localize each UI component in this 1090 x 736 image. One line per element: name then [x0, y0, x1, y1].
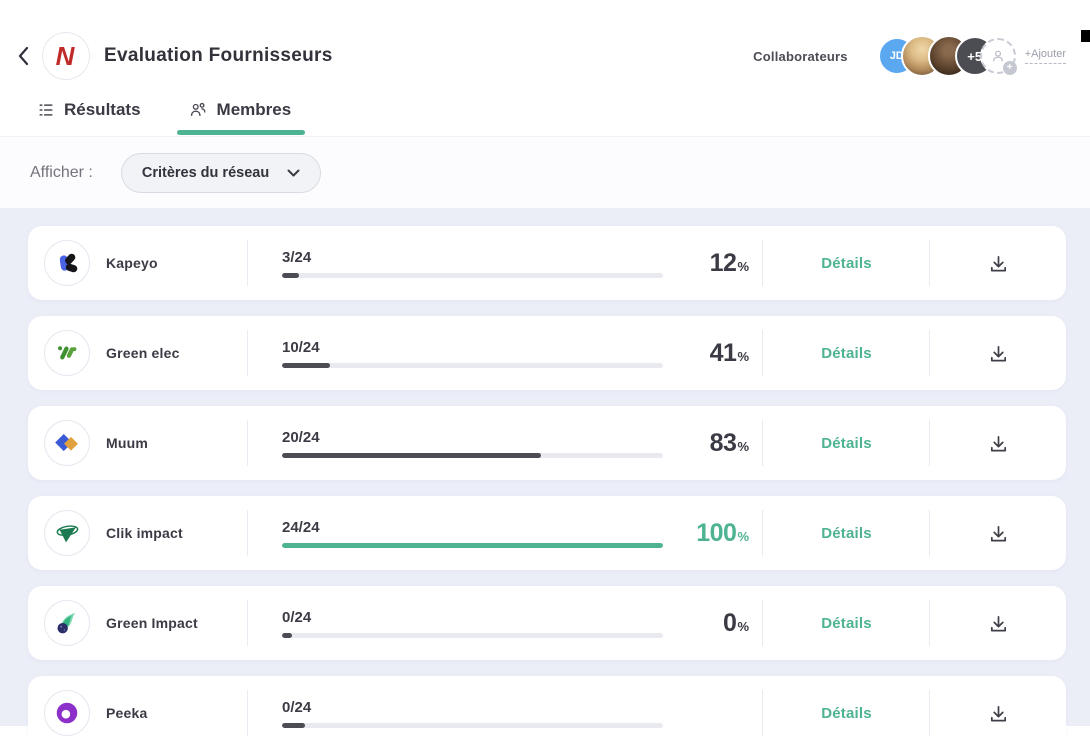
percent-value: 12 %	[710, 249, 749, 278]
kapeyo-logo-icon	[44, 240, 90, 286]
supplier-row: Kapeyo 3/24 12 % Détails	[28, 226, 1066, 300]
list-icon	[38, 102, 54, 118]
tab-members[interactable]: Membres	[189, 100, 292, 120]
supplier-row: Peeka 0/24 Détails	[28, 676, 1066, 736]
progress-fill	[282, 723, 305, 728]
tab-results[interactable]: Résultats	[38, 100, 141, 120]
supplier-name: Kapeyo	[106, 255, 158, 271]
percent-sign: %	[737, 529, 749, 544]
peeka-logo-icon	[44, 690, 90, 736]
green-impact-logo-icon	[44, 600, 90, 646]
supplier-row: Muum 20/24 83 % Détails	[28, 406, 1066, 480]
supplier-row: Green Impact 0/24 0 % Détails	[28, 586, 1066, 660]
filter-dropdown-value: Critères du réseau	[142, 165, 269, 181]
progress-fill	[282, 633, 292, 638]
n-logo-icon: N	[56, 43, 75, 69]
download-button[interactable]	[982, 427, 1015, 460]
progress-block: 10/24	[282, 339, 663, 368]
collaborators-label: Collaborateurs	[753, 49, 848, 64]
download-button[interactable]	[982, 607, 1015, 640]
filter-bar: Afficher : Critères du réseau	[0, 136, 1090, 208]
progress-track	[282, 273, 663, 278]
progress-fill	[282, 453, 541, 458]
details-button[interactable]: Détails	[821, 705, 872, 722]
chevron-down-icon	[287, 169, 300, 177]
score-label: 0/24	[282, 609, 663, 626]
filter-dropdown[interactable]: Critères du réseau	[121, 153, 321, 193]
chevron-left-icon	[17, 46, 29, 66]
app-logo: N	[42, 32, 90, 80]
progress-block: 0/24	[282, 609, 663, 638]
download-icon	[988, 343, 1009, 364]
percent-sign: %	[737, 259, 749, 274]
score-label: 10/24	[282, 339, 663, 356]
supplier-name: Clik impact	[106, 525, 183, 541]
filter-label: Afficher :	[30, 164, 93, 182]
details-button[interactable]: Détails	[821, 525, 872, 542]
percent-sign: %	[737, 439, 749, 454]
download-icon	[988, 433, 1009, 454]
download-button[interactable]	[982, 697, 1015, 730]
download-icon	[988, 613, 1009, 634]
score-label: 24/24	[282, 519, 663, 536]
progress-fill	[282, 543, 663, 548]
supplier-name: Green Impact	[106, 615, 198, 631]
details-button[interactable]: Détails	[821, 615, 872, 632]
percent-sign: %	[737, 619, 749, 634]
supplier-name: Green elec	[106, 345, 180, 361]
score-label: 0/24	[282, 699, 663, 716]
clik-impact-logo-icon	[44, 510, 90, 556]
progress-track	[282, 723, 663, 728]
progress-track	[282, 543, 663, 548]
download-button[interactable]	[982, 337, 1015, 370]
tab-label: Membres	[217, 100, 292, 120]
muum-logo-icon	[44, 420, 90, 466]
people-icon	[189, 101, 207, 119]
progress-track	[282, 363, 663, 368]
progress-block: 20/24	[282, 429, 663, 458]
supplier-name: Peeka	[106, 705, 147, 721]
percent-value: 41 %	[710, 339, 749, 368]
add-collaborator-button[interactable]: +	[980, 38, 1016, 74]
percent-value: 100 %	[696, 519, 749, 548]
screen-artifact	[1081, 30, 1090, 42]
percent-value: 83 %	[710, 429, 749, 458]
progress-block: 3/24	[282, 249, 663, 278]
details-button[interactable]: Détails	[821, 345, 872, 362]
add-collaborator-label[interactable]: +Ajouter	[1025, 48, 1066, 64]
download-icon	[988, 523, 1009, 544]
person-add-icon	[990, 48, 1006, 64]
score-label: 3/24	[282, 249, 663, 266]
score-label: 20/24	[282, 429, 663, 446]
percent-value: 0 %	[723, 609, 749, 638]
details-button[interactable]: Détails	[821, 435, 872, 452]
download-button[interactable]	[982, 247, 1015, 280]
progress-block: 24/24	[282, 519, 663, 548]
progress-block: 0/24	[282, 699, 663, 728]
supplier-list: Kapeyo 3/24 12 % Détails	[0, 208, 1090, 726]
details-button[interactable]: Détails	[821, 255, 872, 272]
download-icon	[988, 253, 1009, 274]
supplier-row: Clik impact 24/24 100 % Détails	[28, 496, 1066, 570]
progress-fill	[282, 273, 299, 278]
header: N Evaluation Fournisseurs Collaborateurs…	[10, 30, 1066, 82]
tab-label: Résultats	[64, 100, 141, 120]
supplier-name: Muum	[106, 435, 148, 451]
download-button[interactable]	[982, 517, 1015, 550]
percent-sign: %	[737, 349, 749, 364]
tab-bar: Résultats Membres	[38, 100, 1090, 136]
progress-fill	[282, 363, 330, 368]
back-button[interactable]	[10, 46, 36, 66]
page-title: Evaluation Fournisseurs	[104, 45, 333, 67]
progress-track	[282, 453, 663, 458]
progress-track	[282, 633, 663, 638]
supplier-row: Green elec 10/24 41 % Détails	[28, 316, 1066, 390]
plus-badge-icon: +	[1003, 61, 1017, 75]
green-elec-logo-icon	[44, 330, 90, 376]
download-icon	[988, 703, 1009, 724]
avatar-stack: JD +5 + +Ajouter	[878, 35, 1066, 77]
